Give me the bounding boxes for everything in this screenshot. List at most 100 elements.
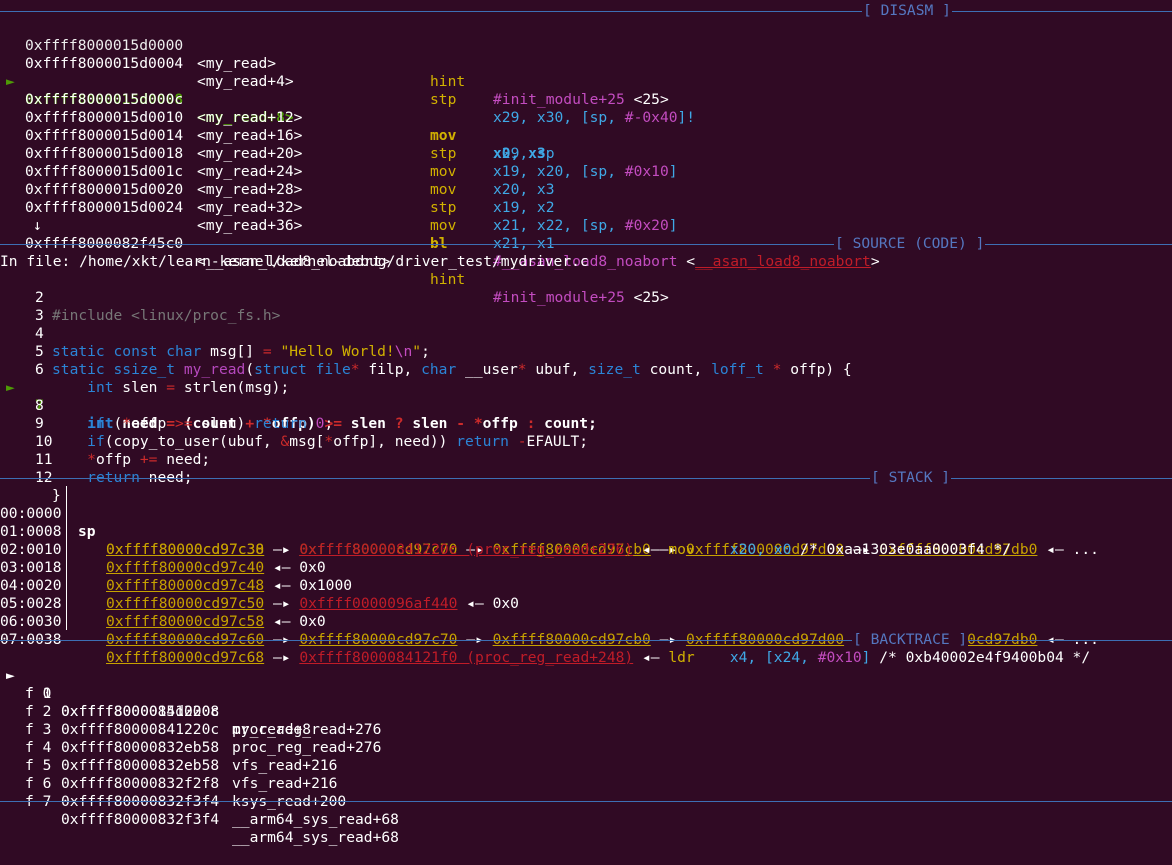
source-line[interactable]: 8 if (*offp >= slen) return 0;: [0, 379, 333, 432]
disasm-address: 0xffff8000015d0010: [25, 109, 184, 126]
frame-symbol: vfs_read+216: [232, 757, 338, 774]
source-separator: [ SOURCE (CODE) ]: [0, 235, 1172, 253]
disasm-line[interactable]: 0xffff8000015d0000 <my_read> hint #init_…: [0, 19, 669, 108]
disasm-line[interactable]: 0xffff8000015d0020 <my_read+32> mov x21,…: [0, 163, 555, 252]
stack-row[interactable]: 04:0020 0xffff80000cd97c50 —▸ 0xffff0000…: [0, 559, 519, 612]
backtrace-frame[interactable]: f 3 0xffff80000832eb58 vfs_read+216: [0, 703, 337, 774]
source-line[interactable]: 11 return need;: [0, 433, 193, 486]
stack-row[interactable]: 06:0030 0xffff80000cd97c60 —▸ 0xffff8000…: [0, 595, 1099, 648]
source-file-path: In file: /home/xkt/learn-kernel/kernel-d…: [0, 253, 589, 270]
disasm-opcode: stp: [430, 199, 457, 216]
source-text: static ssize_t my_read(struct file* filp…: [52, 361, 852, 378]
backtrace-frame-current[interactable]: ► f 0 0xffff8000015d0008 my_read+8: [0, 649, 311, 738]
source-line[interactable]: 12 }: [0, 451, 61, 504]
disasm-symbol: <my_read+32>: [197, 199, 303, 216]
disasm-line[interactable]: 0xffff8000015d0018 <my_read+24> mov x19,…: [0, 127, 555, 216]
source-line-current[interactable]: ► 7 int need = (count + *offp) >= slen ?…: [0, 361, 597, 432]
disasm-symbol: <my_read+36>: [197, 217, 303, 234]
source-title: [ SOURCE (CODE) ]: [834, 235, 986, 253]
line-number: 11: [35, 451, 53, 468]
source-line[interactable]: 9 if(copy_to_user(ubuf, &msg[*offp], nee…: [0, 397, 588, 450]
stack-separator: [ STACK ]: [0, 469, 1172, 487]
disasm-line[interactable]: 0xffff8000015d0014 <my_read+20> mov x20,…: [0, 109, 555, 198]
disasm-operands: x19, x2: [493, 199, 555, 216]
frame-address: 0xffff80000832f2f8: [61, 775, 220, 792]
backtrace-frame[interactable]: f 1 0xffff80000841220c proc_reg_read+276: [0, 667, 381, 738]
disasm-symbol: <my_read+28>: [197, 181, 303, 198]
disasm-address: 0xffff8000015d000c: [25, 91, 184, 108]
backtrace-frame[interactable]: f 2 0xffff80000841220c proc_reg_read+276: [0, 685, 381, 756]
disasm-address: 0xffff8000015d0024: [25, 199, 184, 216]
backtrace-frame[interactable]: f 6 0xffff80000832f3f4 __arm64_sys_read+…: [0, 757, 399, 828]
disasm-address: 0xffff8000015d0020: [25, 181, 184, 198]
source-line[interactable]: 5 static ssize_t my_read(struct file* fi…: [0, 325, 852, 378]
disasm-line-current[interactable]: ► 0xffff8000015d0008 <my_read+8> mov x0,…: [0, 55, 546, 162]
source-text: #include <linux/proc_fs.h>: [52, 307, 281, 324]
disasm-line[interactable]: 0xffff8000015d0024 <my_read+36> bl #__as…: [0, 181, 880, 270]
disasm-symbol: <my_read>: [197, 55, 277, 72]
stack-row[interactable]: 00:0000 sp 0xffff80000cd97c30 —▸ 0xffff8…: [0, 487, 1099, 558]
frame-address: 0xffff80000832eb58: [61, 739, 220, 756]
source-line[interactable]: 3: [0, 289, 44, 324]
line-number: 5: [35, 343, 44, 360]
disasm-opcode: hint: [430, 73, 466, 90]
source-text: static const char msg[] = "Hello World!\…: [52, 343, 430, 360]
disasm-line[interactable]: 0xffff8000015d0004 <my_read+4> stp x29, …: [0, 37, 695, 126]
disasm-opcode: stp: [430, 91, 457, 108]
disasm-line[interactable]: 0xffff8000015d001c <my_read+28> stp x21,…: [0, 145, 678, 234]
source-line[interactable]: 10 *offp += need;: [0, 415, 210, 468]
frame-address: 0xffff80000832eb58: [61, 757, 220, 774]
stack-row[interactable]: 03:0018 0xffff80000cd97c48 ◂— 0x1000: [0, 541, 352, 594]
disasm-operands: x19, x20, [sp, #0x10]: [493, 163, 678, 180]
source-text: if (*offp >= slen) return 0;: [87, 415, 334, 432]
stack-value: 0xffff80000cd97c50 —▸ 0xffff0000096af440…: [106, 595, 519, 612]
source-line[interactable]: 2 #include <linux/proc_fs.h>: [0, 271, 280, 324]
stack-register: sp: [78, 523, 96, 540]
disasm-symbol: <my_read+4>: [197, 73, 294, 90]
line-number: 2: [35, 289, 44, 306]
disasm-title: [ DISASM ]: [862, 2, 952, 20]
disasm-address: 0xffff8000015d0000: [25, 37, 184, 54]
line-number: 6: [35, 361, 44, 378]
disasm-operands: #init_module+25 <25>: [493, 91, 669, 108]
line-number: 10: [35, 433, 53, 450]
disasm-operands: #init_module+25 <25>: [493, 289, 669, 306]
disasm-address: 0xffff8000015d0004: [25, 55, 184, 72]
disasm-line[interactable]: 0xffff8000082f45c0 <__asan_load8_noabort…: [0, 217, 669, 306]
line-number: 4: [35, 325, 44, 342]
source-line[interactable]: 6 int slen = strlen(msg);: [0, 343, 289, 396]
backtrace-title: [ BACKTRACE ]: [852, 631, 969, 649]
stack-value: 0xffff80000cd97c58 ◂— 0x0: [106, 613, 326, 630]
backtrace-frame[interactable]: f 5 0xffff80000832f2f8 ksys_read+200: [0, 739, 346, 810]
source-text: if(copy_to_user(ubuf, &msg[*offp], need)…: [87, 433, 589, 450]
source-text: }: [52, 487, 61, 504]
disasm-line[interactable]: 0xffff8000015d0010 <my_read+16> stp x19,…: [0, 91, 678, 180]
stack-offset-divider: [66, 486, 67, 630]
disasm-branch-arrow: ↓: [0, 199, 42, 234]
disasm-opcode: hint: [430, 271, 466, 288]
frame-address: 0xffff80000832f3f4: [61, 811, 220, 828]
disasm-operands: x29, sp: [493, 145, 555, 162]
disasm-separator: [ DISASM ]: [0, 2, 1172, 20]
stack-row[interactable]: 01:0008 0xffff80000cd97c38 —▸ 0xffff8000…: [0, 505, 1011, 558]
source-text: int slen = strlen(msg);: [87, 379, 290, 396]
stack-row[interactable]: 07:0038 0xffff80000cd97c68 —▸ 0xffff8000…: [0, 613, 1090, 666]
backtrace-frame[interactable]: f 4 0xffff80000832eb58 vfs_read+216: [0, 721, 337, 792]
line-number: 3: [35, 307, 44, 324]
stack-row[interactable]: 02:0010 0xffff80000cd97c40 ◂— 0x0: [0, 523, 326, 576]
stack-value: 0xffff80000cd97c48 ◂— 0x1000: [106, 577, 353, 594]
stack-title: [ STACK ]: [870, 469, 952, 487]
call-target-link[interactable]: __asan_load8_noabort: [695, 253, 871, 270]
stack-row[interactable]: 05:0028 0xffff80000cd97c58 ◂— 0x0: [0, 577, 326, 630]
disasm-symbol: <my_read+12>: [197, 109, 303, 126]
disasm-opcode: mov: [430, 181, 457, 198]
frame-symbol: __arm64_sys_read+68: [232, 829, 399, 846]
stack-value: 0xffff80000cd97c38 —▸ 0xffff80000841220c…: [106, 541, 1012, 558]
source-line[interactable]: 4 static const char msg[] = "Hello World…: [0, 307, 430, 360]
stack-value: 0xffff80000cd97c40 ◂— 0x0: [106, 559, 326, 576]
backtrace-frame[interactable]: f 7 0xffff80000832f3f4 __arm64_sys_read+…: [0, 775, 399, 846]
frame-symbol: __arm64_sys_read+68: [232, 811, 399, 828]
disasm-opcode: stp: [430, 145, 457, 162]
disasm-symbol: <my_read+16>: [197, 127, 303, 144]
disasm-line[interactable]: 0xffff8000015d000c <my_read+12> mov x29,…: [0, 73, 555, 162]
